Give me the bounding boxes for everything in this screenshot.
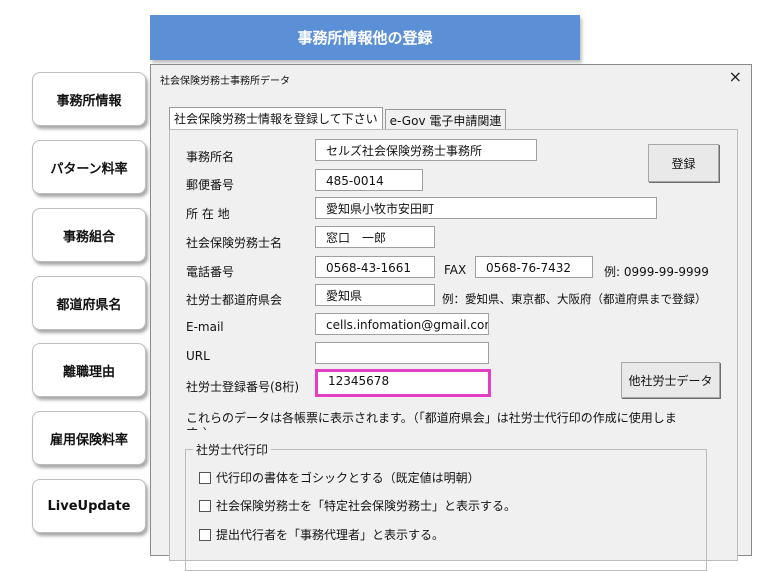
page-title-banner: 事務所情報他の登録: [150, 15, 580, 60]
tab-sharoushi-info[interactable]: 社会保険労務士情報を登録して下さい: [169, 107, 383, 131]
note-text-overflow: す。）: [186, 424, 215, 430]
checkbox-icon: [199, 499, 211, 512]
address-field[interactable]: 愛知県小牧市安田町: [315, 197, 657, 219]
nav-labor-union-button[interactable]: 事務組合: [32, 208, 146, 262]
postal-field[interactable]: 485-0014: [315, 169, 423, 191]
nav-office-info-button[interactable]: 事務所情報: [32, 72, 146, 126]
nav-liveupdate-button[interactable]: LiveUpdate: [32, 479, 146, 533]
postal-label: 郵便番号: [186, 178, 235, 192]
nav-prefecture-button[interactable]: 都道府県名: [32, 276, 146, 330]
checkbox-icon: [199, 471, 211, 484]
url-label: URL: [186, 349, 210, 363]
email-label: E-mail: [186, 320, 224, 334]
phone-example-text: 例: 0999-99-9999: [604, 265, 709, 279]
prefecture-example-text: 例：愛知県、東京都、大阪府（都道府県まで登録）: [442, 292, 707, 306]
tab-strip: 社会保険労務士情報を登録して下さい e-Gov 電子申請関連: [169, 107, 507, 132]
gothic-font-checkbox-label: 代行印の書体をゴシックとする（既定値は明朝）: [216, 471, 480, 485]
email-field[interactable]: cells.infomation@gmail.com: [315, 313, 489, 335]
dialog-title: 社会保険労務士事務所データ: [160, 76, 290, 87]
phone-field[interactable]: 0568-43-1661: [315, 256, 435, 278]
nav-pattern-rate-button[interactable]: パターン料率: [32, 140, 146, 194]
register-button[interactable]: 登録: [648, 144, 719, 182]
tokutei-checkbox[interactable]: 社会保険労務士を「特定社会保険労務士」と表示する。: [199, 497, 516, 514]
proxy-seal-group-title: 社労士代行印: [193, 441, 272, 458]
fax-label: FAX: [444, 263, 467, 277]
reg-number-label: 社労士登録番号(8桁): [186, 380, 299, 394]
close-icon[interactable]: ×: [729, 67, 742, 86]
gothic-font-checkbox[interactable]: 代行印の書体をゴシックとする（既定値は明朝）: [199, 469, 480, 486]
address-label: 所 在 地: [186, 207, 230, 221]
office-name-field[interactable]: セルズ社会保険労務士事務所: [315, 139, 537, 161]
reg-number-field[interactable]: 12345678: [315, 369, 491, 397]
nav-employment-insurance-rate-button[interactable]: 雇用保険料率: [32, 411, 146, 465]
office-data-dialog: 社会保険労務士事務所データ × 社会保険労務士情報を登録して下さい e-Gov …: [150, 64, 752, 571]
office-name-label: 事務所名: [186, 150, 235, 164]
note-text: これらのデータは各帳票に表示されます。（「都道府県会」は社労士代行印の作成に使用…: [186, 411, 677, 424]
fax-field[interactable]: 0568-76-7432: [475, 256, 593, 278]
page-title: 事務所情報他の登録: [297, 29, 433, 47]
agent-name-checkbox-label: 提出代行者を「事務代理者」と表示する。: [216, 528, 445, 542]
nav-separation-reason-button[interactable]: 離職理由: [32, 343, 146, 397]
agent-name-checkbox[interactable]: 提出代行者を「事務代理者」と表示する。: [199, 526, 444, 543]
other-sharoushi-data-button[interactable]: 他社労士データ: [621, 362, 720, 398]
sharoushi-name-field[interactable]: 窓口 一郎: [315, 226, 435, 248]
prefecture-assoc-field[interactable]: 愛知県: [315, 284, 435, 306]
prefecture-assoc-label: 社労士都道府県会: [186, 293, 283, 307]
checkbox-icon: [199, 528, 211, 541]
url-field[interactable]: [315, 342, 489, 364]
sharoushi-name-label: 社会保険労務士名: [186, 236, 283, 250]
tokutei-checkbox-label: 社会保険労務士を「特定社会保険労務士」と表示する。: [216, 499, 517, 513]
phone-label: 電話番号: [186, 265, 235, 279]
